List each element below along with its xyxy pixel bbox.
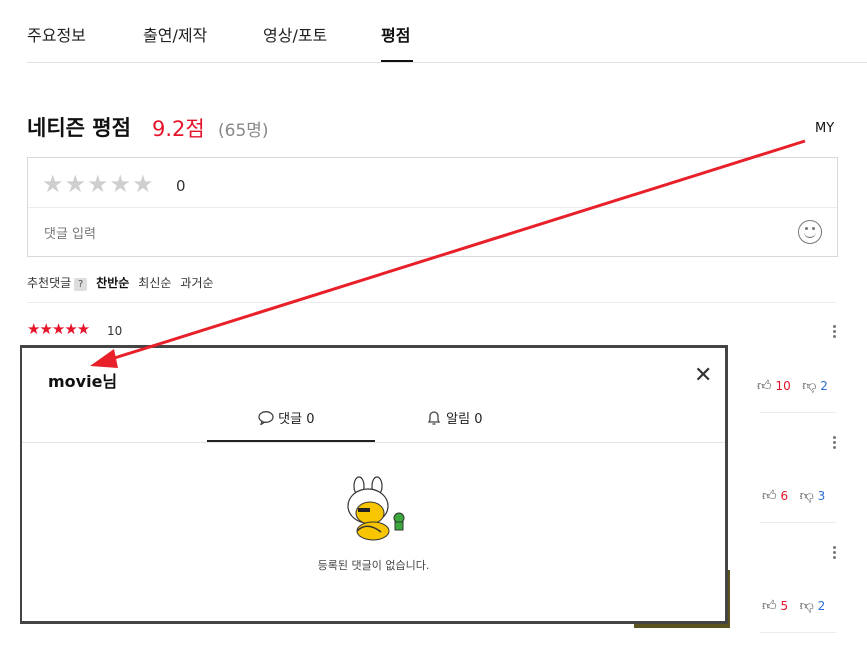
annotation-arrow — [90, 139, 806, 368]
